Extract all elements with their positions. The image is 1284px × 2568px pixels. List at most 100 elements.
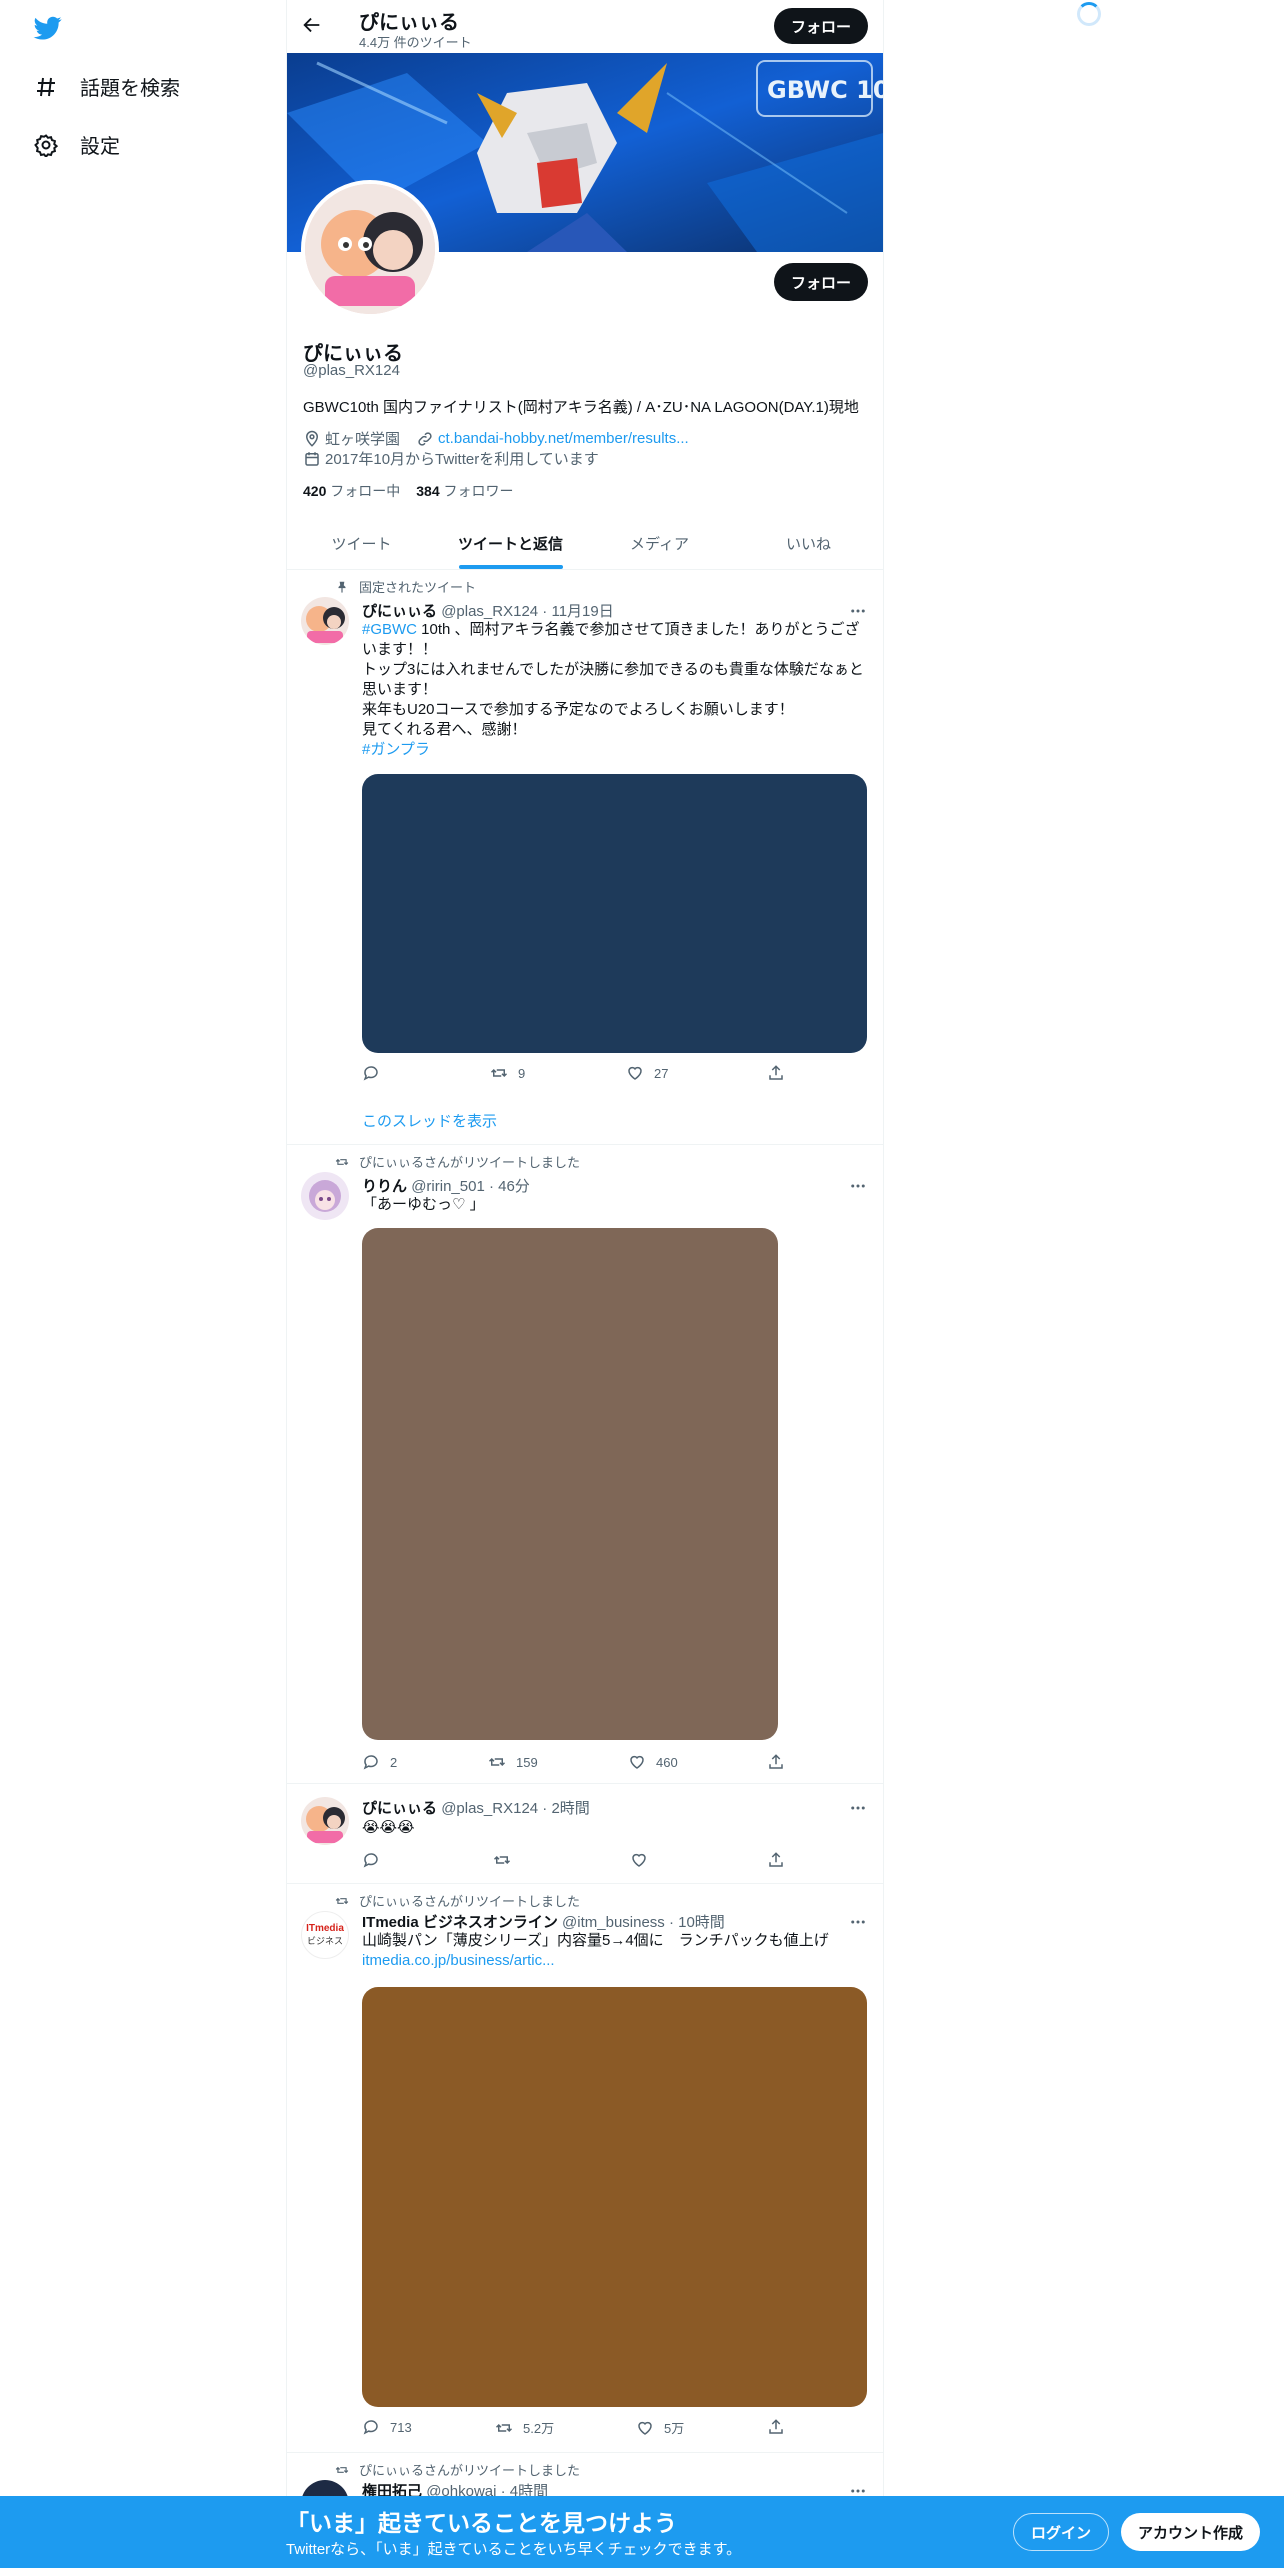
avatar[interactable] (301, 1797, 349, 1845)
retweet-icon (488, 1757, 506, 1767)
more-options-icon[interactable] (849, 1913, 867, 1931)
share-icon (769, 1852, 783, 1867)
tweet-media[interactable] (362, 1987, 867, 2407)
calendar-icon (305, 451, 319, 466)
share-icon (769, 1065, 783, 1080)
tab-tweets-replies[interactable]: ツイートと返信 (436, 518, 585, 569)
retweet-icon (490, 1068, 508, 1078)
header-name: ぴにぃぃる (359, 12, 459, 34)
retweet-icon (335, 1158, 349, 1165)
tweet-text: 山崎製パン「薄皮シリーズ」内容量5→4個に ランチパックも値上げ itmedia… (362, 1932, 829, 1969)
avatar[interactable]: ITmedia ビジネス (301, 1911, 349, 1959)
tweet-actions: 2 159 460 (362, 1753, 787, 1773)
signup-banner-subtitle: Twitterなら、「いま」起きていることをいち早くチェックできます。 (286, 2541, 742, 2558)
avatar-logo-subtext: ビジネス (306, 1936, 343, 1946)
profile-tabs: ツイート ツイートと返信 メディア いいね (287, 518, 883, 570)
nav-explore[interactable]: 話題を検索 (34, 72, 180, 101)
profile-avatar[interactable] (301, 180, 439, 318)
hashtag-link[interactable]: #GBWC (362, 621, 417, 638)
back-arrow-icon[interactable] (301, 14, 323, 36)
avatar[interactable] (301, 597, 349, 645)
reply-button[interactable]: 2 (362, 1753, 397, 1771)
retweet-button[interactable]: 159 (488, 1753, 538, 1771)
retweet-button[interactable]: 9 (490, 1064, 525, 1082)
avatar[interactable] (301, 1172, 349, 1220)
share-button[interactable] (767, 1753, 785, 1771)
reply-icon (363, 2420, 378, 2435)
avatar-logo-text: ITmedia (306, 1923, 344, 1934)
tweet-actions: 9 27 (362, 1064, 787, 1084)
follow-stats: 420 フォロー中 384 フォロワー (303, 481, 514, 501)
tweet-context: ぴにぃぃるさんがリツイートしました (335, 1891, 580, 1910)
like-button[interactable] (630, 1851, 658, 1869)
profile-url-link[interactable]: ct.bandai-hobby.net/member/results... (438, 430, 689, 447)
share-button[interactable] (767, 1064, 785, 1082)
pin-icon (338, 581, 346, 593)
share-icon (769, 2419, 783, 2434)
tab-likes[interactable]: いいね (734, 518, 883, 569)
share-icon (769, 1754, 783, 1769)
twitter-logo-icon[interactable] (32, 14, 64, 42)
profile-joined: 2017年10月からTwitterを利用しています (325, 451, 599, 468)
login-button[interactable]: ログイン (1013, 2513, 1109, 2551)
share-button[interactable] (767, 1851, 785, 1869)
link-icon (418, 431, 432, 446)
profile-follow-button[interactable]: フォロー (774, 263, 868, 301)
show-thread-link[interactable]: このスレッドを表示 (362, 1110, 497, 1131)
tweet-context: 固定されたツイート (335, 577, 476, 596)
tweet-header: ITmedia ビジネスオンライン @itm_business · 10時間 (362, 1914, 725, 1931)
like-button[interactable]: 460 (628, 1753, 678, 1771)
reply-icon (363, 1853, 378, 1868)
tab-tweets[interactable]: ツイート (287, 518, 436, 569)
header-tweet-count: 4.4万 件のツイート (359, 35, 472, 50)
reply-icon (363, 1066, 378, 1081)
avatar-image (305, 184, 435, 314)
tweet-header: りりん @ririn_501 · 46分 (362, 1178, 530, 1195)
nav-settings[interactable]: 設定 (34, 130, 120, 159)
tweet-item[interactable]: 固定されたツイート ぴにぃぃる @plas_RX124 · 11月19日 #GB… (287, 571, 883, 1145)
article-link[interactable]: itmedia.co.jp/business/artic... (362, 1952, 555, 1969)
tweet-text: #GBWC 10th 、岡村アキラ名義で参加させて頂きました！ありがとうございま… (362, 621, 864, 758)
retweet-icon (495, 2423, 513, 2432)
reply-button[interactable]: 713 (362, 2418, 412, 2436)
tweet-media[interactable] (362, 774, 867, 1053)
profile-timeline: ぴにぃぃる 4.4万 件のツイート フォロー GBWC 10 フォロー ぴにぃぃ… (286, 0, 884, 2568)
followers-stat[interactable]: 384 フォロワー (416, 481, 513, 501)
reply-button[interactable] (362, 1851, 390, 1869)
more-options-icon[interactable] (849, 1177, 867, 1195)
heart-icon (638, 2421, 652, 2435)
like-button[interactable]: 5万 (636, 2418, 684, 2437)
location-pin-icon (305, 430, 319, 447)
tweet-media[interactable] (362, 1228, 778, 1740)
following-stat[interactable]: 420 フォロー中 (303, 481, 400, 501)
tweet-item[interactable]: ぴにぃぃる @plas_RX124 · 2時間 😭😭😭 (287, 1785, 883, 1884)
tweet-text: 「あーゆむっ♡ 」 (362, 1196, 485, 1213)
header-follow-button[interactable]: フォロー (774, 8, 868, 44)
tweet-item[interactable]: ぴにぃぃるさんがリツイートしました りりん @ririn_501 · 46分 「… (287, 1146, 883, 1784)
tab-media[interactable]: メディア (585, 518, 734, 569)
retweet-button[interactable] (493, 1851, 521, 1869)
more-options-icon[interactable] (849, 602, 867, 620)
profile-location: 虹ヶ咲学園 (325, 431, 401, 448)
tweet-context: ぴにぃぃるさんがリツイートしました (335, 2460, 580, 2479)
retweet-icon (493, 1855, 511, 1865)
tweet-context: ぴにぃぃるさんがリツイートしました (335, 1152, 580, 1171)
hashtag-link[interactable]: #ガンプラ (362, 741, 430, 758)
signup-banner-title: 「いま」起きていることを見つけよう (286, 2510, 677, 2536)
reply-button[interactable] (362, 1064, 390, 1082)
like-button[interactable]: 27 (626, 1064, 668, 1082)
retweet-icon (335, 2466, 349, 2473)
top-header: ぴにぃぃる 4.4万 件のツイート フォロー (287, 0, 883, 53)
tweet-actions: 713 5.2万 5万 (362, 2418, 787, 2438)
retweet-button[interactable]: 5.2万 (495, 2418, 554, 2437)
banner-logo-text: GBWC 10 (767, 76, 883, 104)
profile-joined-row: 2017年10月からTwitterを利用しています (303, 448, 599, 469)
tweet-item[interactable]: ぴにぃぃるさんがリツイートしました ITmedia ビジネス ITmedia ビ… (287, 1885, 883, 2453)
share-button[interactable] (767, 2418, 785, 2436)
signup-button[interactable]: アカウント作成 (1121, 2513, 1260, 2551)
heart-icon (628, 1066, 642, 1080)
loading-spinner-icon (1077, 2, 1101, 26)
more-options-icon[interactable] (849, 1799, 867, 1817)
tweet-header: ぴにぃぃる @plas_RX124 · 2時間 (362, 1800, 590, 1817)
tweet-header: ぴにぃぃる @plas_RX124 · 11月19日 (362, 603, 614, 620)
